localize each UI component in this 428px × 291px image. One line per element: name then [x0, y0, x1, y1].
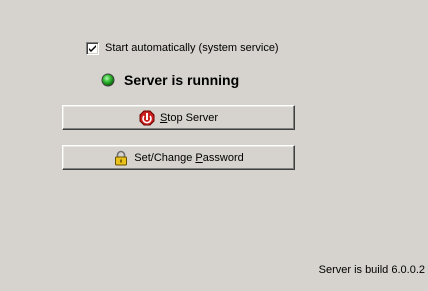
- padlock-icon: [115, 150, 128, 165]
- stop-server-button[interactable]: Stop Server: [62, 105, 295, 130]
- build-version-text: Server is build 6.0.0.2: [318, 264, 425, 276]
- set-change-password-button[interactable]: Set/Change Password: [62, 145, 295, 170]
- server-control-panel: Start automatically (system service) Ser…: [0, 0, 428, 291]
- autostart-checkbox-row[interactable]: Start automatically (system service): [86, 41, 279, 55]
- stop-server-label: Stop Server: [159, 111, 219, 124]
- status-led-icon: [101, 73, 115, 87]
- stop-sign-icon: [139, 110, 155, 125]
- server-status: Server is running: [101, 71, 239, 89]
- autostart-checkbox[interactable]: [86, 41, 99, 55]
- autostart-label: Start automatically (system service): [105, 42, 279, 54]
- status-text: Server is running: [124, 72, 240, 88]
- checkmark-icon: [89, 44, 96, 52]
- set-change-password-label: Set/Change Password: [134, 151, 244, 164]
